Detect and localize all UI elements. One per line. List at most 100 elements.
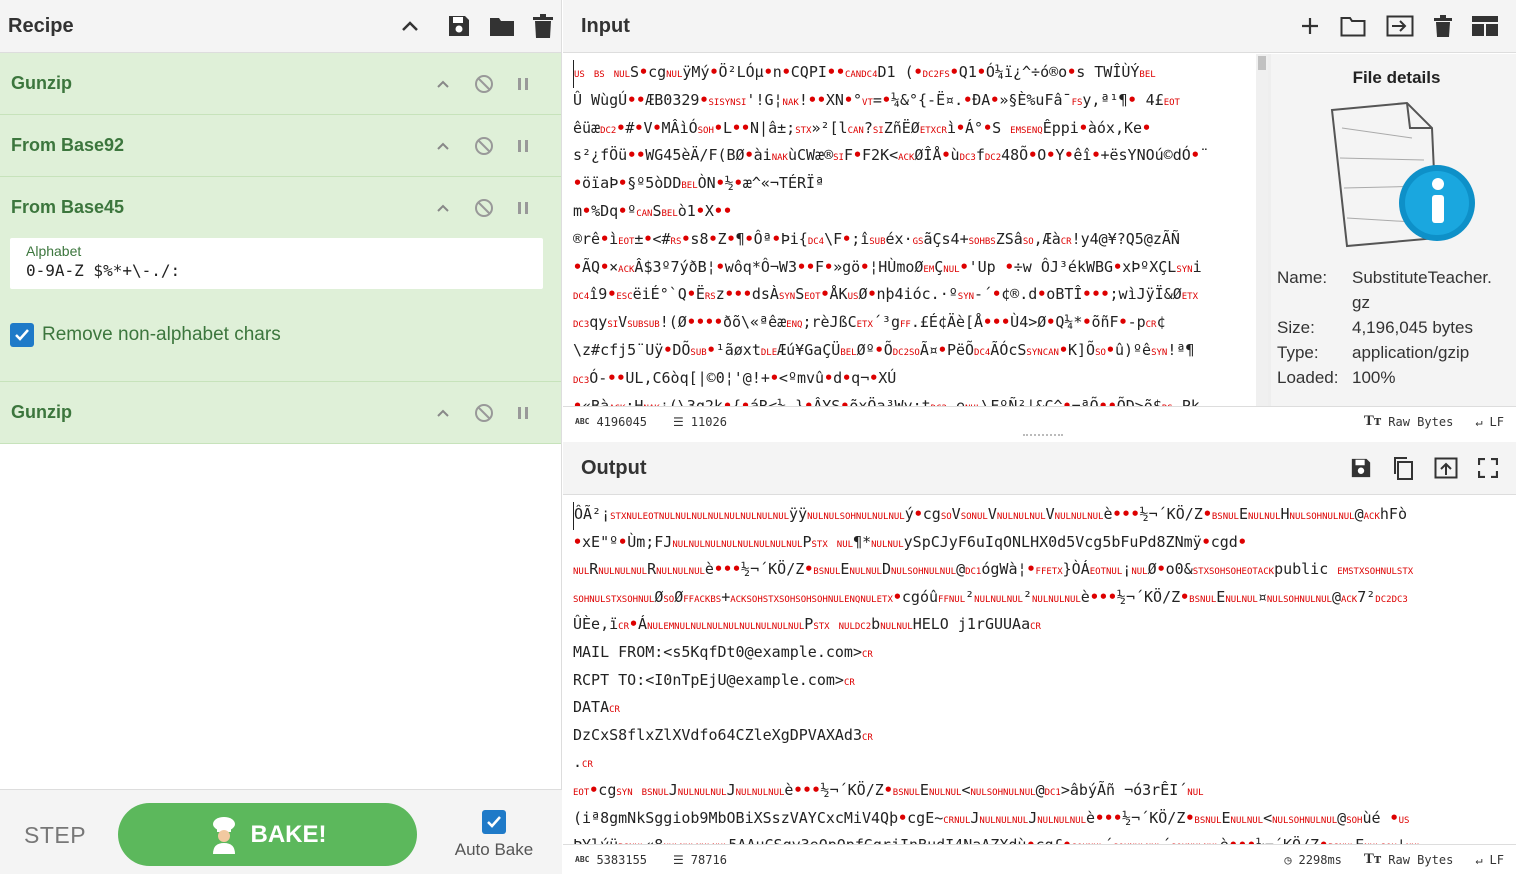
output-title: Output: [581, 456, 647, 479]
loaded-label: Loaded:: [1277, 368, 1339, 387]
scroll-thumb[interactable]: [1258, 56, 1266, 70]
input-line: ®rê•ìEOT±•<#RS•s8•Z•¶•Ôª•Þi{DC4\F•;îSUBé…: [573, 229, 1180, 248]
clear-input-icon[interactable]: [1434, 15, 1452, 37]
maximize-icon[interactable]: [1478, 458, 1498, 478]
replace-input-icon[interactable]: [1434, 457, 1458, 479]
output-line: •xE"º•Ùm;FJNULNULNULNULNULNULNULNULPSTX …: [573, 532, 1247, 551]
io-resize-handle[interactable]: [1023, 434, 1063, 438]
input-line: US BS NULS•cgNULÿMý•Ö²LÓµ•n•CQPI••CANDC4…: [573, 60, 1258, 88]
output-line: MAIL FROM:<s5KqfDt0@example.com>CR: [573, 642, 873, 661]
line-count-icon: ☰: [673, 414, 684, 429]
collapse-icon[interactable]: [436, 203, 450, 213]
disable-icon[interactable]: [474, 136, 494, 156]
input-char-count: 4196045: [596, 414, 648, 429]
collapse-icon[interactable]: [436, 141, 450, 151]
operation-from-base92[interactable]: From Base92: [0, 115, 561, 177]
output-line: ÔÃ²¡STXNULEOTNULNULNULNULNULNULNULNULÿÿN…: [573, 502, 1506, 530]
input-textarea[interactable]: US BS NULS•cgNULÿMý•Ö²LÓµ•n•CQPI••CANDC4…: [563, 54, 1268, 406]
type-label: Type:: [1277, 343, 1319, 362]
input-line: •öïaÞ•§º5òDDBELÒN•½•æ^«¬TÉRÏª: [573, 174, 825, 193]
bake-button[interactable]: BAKE!: [118, 803, 417, 866]
auto-bake[interactable]: Auto Bake: [454, 810, 534, 860]
name-label: Name:: [1277, 268, 1328, 287]
eol-icon[interactable]: ↵: [1475, 853, 1482, 867]
alphabet-input[interactable]: 0-9A-Z $%*+\-./:: [26, 261, 527, 280]
output-char-count: 5383155: [596, 852, 648, 867]
file-details-panel: File details Name: SubstituteTeacher.gz S…: [1271, 54, 1516, 406]
checkmark-icon: [15, 329, 29, 341]
char-count-icon: ABC: [575, 417, 590, 426]
recipe-title: Recipe: [8, 14, 74, 37]
auto-bake-checkbox[interactable]: [482, 810, 506, 834]
output-encoding[interactable]: Raw Bytes: [1388, 853, 1453, 867]
file-type: application/gzip: [1352, 343, 1470, 362]
alphabet-field[interactable]: Alphabet 0-9A-Z $%*+\-./:: [10, 238, 543, 289]
load-recipe-icon[interactable]: [489, 15, 515, 37]
eol-icon[interactable]: ↵: [1475, 415, 1482, 429]
copy-output-icon[interactable]: [1392, 456, 1414, 480]
output-line: ÛÈe,ïCR•ÁNULEMNULNULNULNULNULNULNULNULPS…: [573, 615, 1041, 634]
open-file-icon[interactable]: [1386, 15, 1414, 37]
input-line: Û WùgÚ••ÆB0329•SISYNSI'!G¦NAK!••XN•°VT=•…: [573, 90, 1180, 109]
input-line-count: 11026: [690, 414, 727, 429]
step-button[interactable]: STEP: [24, 822, 86, 849]
alphabet-label: Alphabet: [26, 243, 82, 259]
disable-icon[interactable]: [474, 198, 494, 218]
line-count-icon: ☰: [673, 852, 684, 867]
operation-name: Gunzip: [11, 402, 72, 422]
input-line: DC4î9•ESCëiÉ°`Q•ËRSz•••dsÀSYNSEOT•ÅKUSØ•…: [573, 285, 1199, 304]
layout-icon[interactable]: [1472, 16, 1498, 36]
disable-icon[interactable]: [474, 403, 494, 423]
input-line: •ÃQ•×ACKÂ$3º7ýðB¦•wôq*Ô¬W3••F•»gö•¦HÙmoØ…: [573, 257, 1202, 276]
output-panel: Output ÔÃ²¡STXNULEOTNULNULNULNULNULNULNU…: [563, 442, 1516, 874]
output-line: NULRNULNULNULRNULNULNULè•••½¬´KÖ/Z•BSNUL…: [573, 560, 1414, 579]
output-line: ÞYlýüBSNUL«8NULNULNULNUL5AAuCSqy3eQpOpfG…: [573, 833, 1506, 844]
input-status-bar: ABC 4196045 ☰ 11026 Tт Raw Bytes ↵ LF: [563, 406, 1516, 436]
text-encoding-icon[interactable]: Tт: [1364, 413, 1381, 430]
save-output-icon[interactable]: [1350, 457, 1372, 479]
output-line-count: 78716: [690, 852, 727, 867]
collapse-icon[interactable]: [436, 408, 450, 418]
cyberchef-window: Recipe Gunzip From Base92 From Base45 Al…: [0, 0, 1516, 874]
breakpoint-icon[interactable]: [516, 200, 530, 216]
open-folder-icon[interactable]: [1340, 15, 1366, 37]
output-textarea[interactable]: ÔÃ²¡STXNULEOTNULNULNULNULNULNULNULNULÿÿN…: [563, 496, 1516, 844]
input-eol[interactable]: LF: [1490, 415, 1504, 429]
input-line: m•%Dq•ºCANSBELò1•X••: [573, 201, 732, 220]
text-encoding-icon[interactable]: Tт: [1364, 851, 1381, 868]
operation-gunzip-1[interactable]: Gunzip: [0, 53, 561, 115]
remove-non-alphabet-checkbox[interactable]: [10, 323, 34, 347]
clear-recipe-icon[interactable]: [533, 14, 553, 38]
output-line: SOHNULSTXSOHNULØSOØFFACKBS+ACKSOHSTXSOHS…: [573, 587, 1408, 606]
input-line: s²¿fÖü••WG45èÄ/F(BØ•àiNAKùCWæ®SIF•F2K<AC…: [573, 146, 1209, 165]
input-scrollbar[interactable]: [1256, 54, 1268, 406]
breakpoint-icon[interactable]: [516, 76, 530, 92]
save-recipe-icon[interactable]: [447, 14, 471, 38]
input-header: Input: [563, 0, 1516, 53]
output-eol[interactable]: LF: [1490, 853, 1504, 867]
chevron-up-icon[interactable]: [401, 20, 419, 32]
auto-bake-label: Auto Bake: [454, 840, 534, 859]
collapse-icon[interactable]: [436, 79, 450, 89]
operation-name: Gunzip: [11, 73, 72, 93]
output-line: DATACR: [573, 698, 620, 717]
output-line: (iª8gmNkSggiob9MbOBiXSszVAYCxcMiV4Qþ•cgE…: [573, 808, 1410, 827]
breakpoint-icon[interactable]: [516, 405, 530, 421]
char-count-icon: ABC: [575, 855, 590, 864]
input-encoding[interactable]: Raw Bytes: [1388, 415, 1453, 429]
input-line: \z#cfj5¨Uÿ•DÕSUB•¹ãøxtDLEÆú¥GaÇÜBELØº•ÕD…: [573, 340, 1195, 359]
checkmark-icon: [487, 816, 501, 828]
input-line: DC3qySIVSUBSUB!(Ø••••ðõ\«ªêæENQ;rèJßCETX…: [573, 313, 1166, 332]
output-line: RCPT TO:<I0nTpEjU@example.com>CR: [573, 670, 855, 689]
recipe-header: Recipe: [0, 0, 561, 53]
output-line: DzCxS8flxZlXVdfo64CZleXgDPVAXAd3CR: [573, 725, 873, 744]
operation-gunzip-2[interactable]: Gunzip: [0, 382, 561, 444]
disable-icon[interactable]: [474, 74, 494, 94]
input-line: êüæDC2•#•V•MÂìÓSOH•L••N|â±;STX»²[lCAN?SI…: [573, 118, 1152, 137]
operation-from-base45[interactable]: From Base45 Alphabet 0-9A-Z $%*+\-./: Re…: [0, 177, 561, 382]
file-details-title: File details: [1352, 68, 1441, 87]
breakpoint-icon[interactable]: [516, 138, 530, 154]
file-size: 4,196,045 bytes: [1352, 318, 1473, 337]
recipe-panel: Recipe Gunzip From Base92 From Base45 Al…: [0, 0, 562, 874]
add-tab-icon[interactable]: [1300, 16, 1320, 36]
